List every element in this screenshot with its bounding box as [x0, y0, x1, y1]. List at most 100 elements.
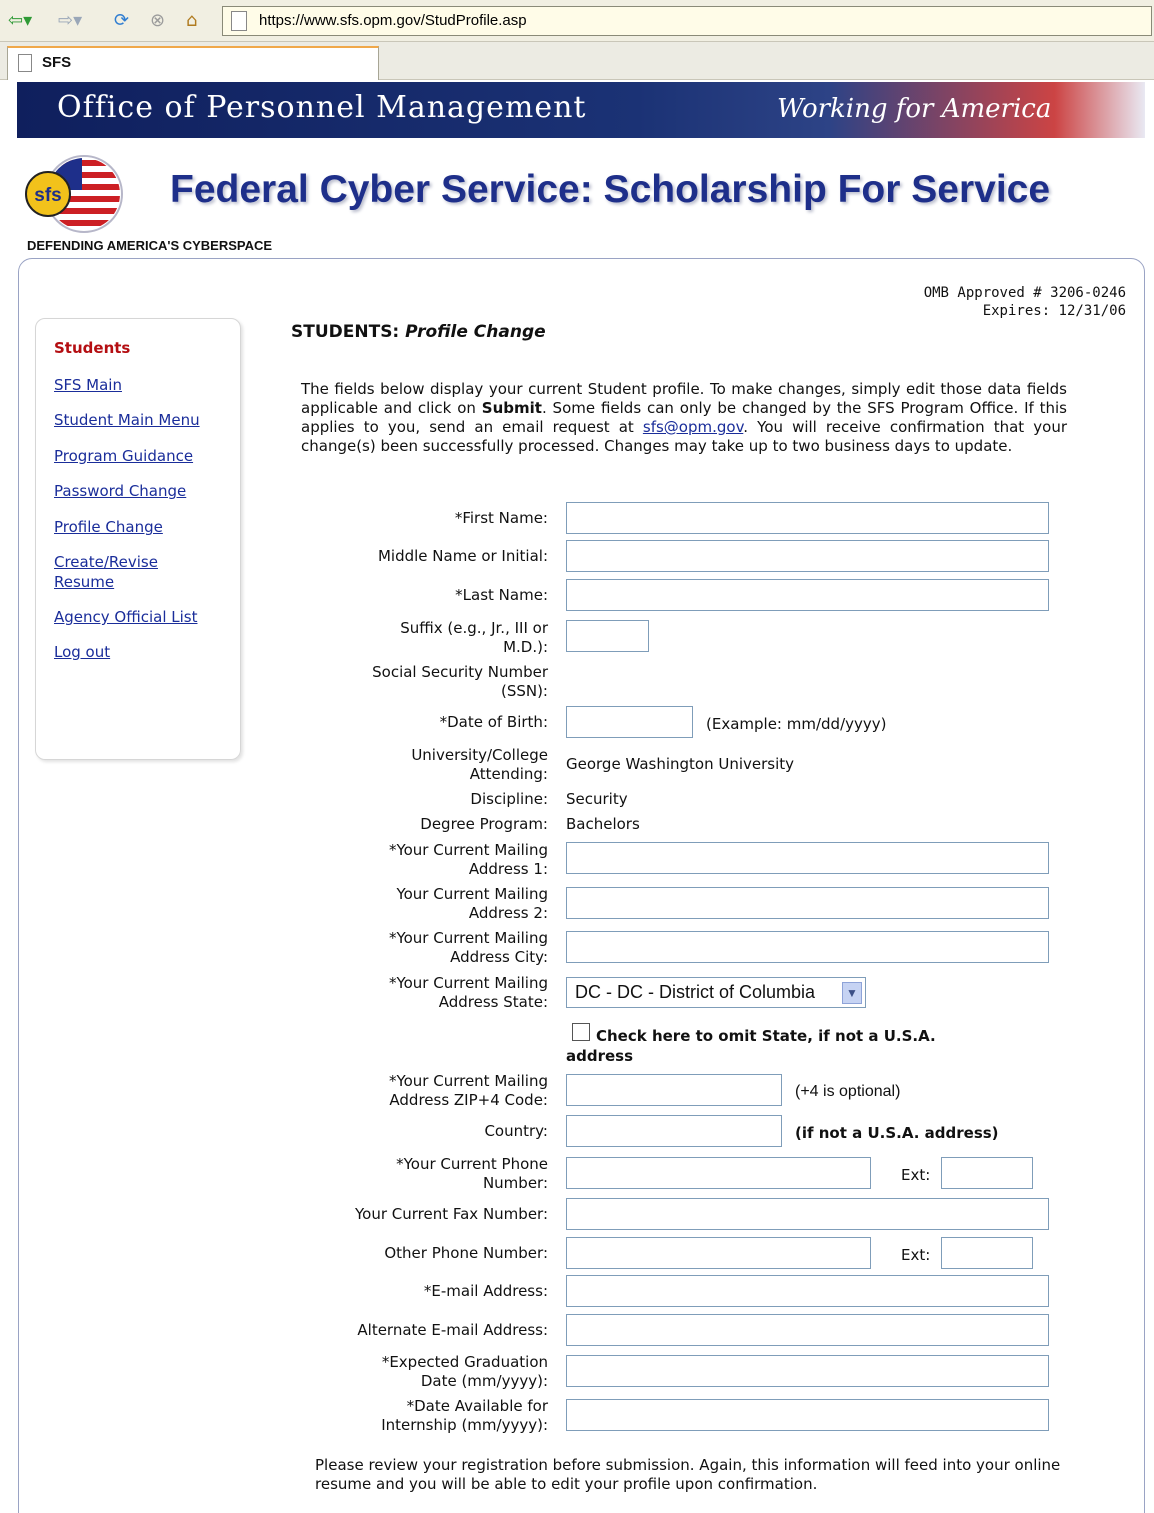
banner-org: Office of Personnel Management: [57, 90, 587, 125]
address2-label-line: Address 2:: [468, 904, 548, 922]
last-name-label: *Last Name:: [455, 586, 548, 604]
sidebar-link-profile-change[interactable]: Profile Change: [54, 517, 234, 537]
zip-input[interactable]: [566, 1074, 782, 1106]
internship-date-label-line: *Date Available for: [406, 1397, 548, 1415]
forward-arrow-icon[interactable]: ⇨▾: [58, 9, 82, 33]
chevron-down-icon[interactable]: ▼: [842, 982, 862, 1004]
other-phone-label: Other Phone Number:: [384, 1244, 548, 1262]
university-label-line: Attending:: [469, 765, 548, 783]
stop-icon[interactable]: ⊗: [150, 9, 165, 33]
sidebar-link-create-revise-resume[interactable]: Create/Revise Resume: [54, 552, 184, 592]
sidebar-link-agency-official-list[interactable]: Agency Official List: [54, 607, 234, 627]
banner-tagline: Working for America: [777, 94, 1052, 124]
dob-hint: (Example: mm/dd/yyyy): [706, 715, 887, 733]
suffix-input[interactable]: [566, 620, 649, 652]
url-text: https://www.sfs.opm.gov/StudProfile.asp: [259, 12, 527, 29]
omb-number: OMB Approved # 3206-0246: [923, 285, 1126, 301]
sidebar-link-program-guidance[interactable]: Program Guidance: [54, 446, 234, 466]
sidebar-link-sfs-main[interactable]: SFS Main: [54, 375, 234, 395]
sfs-logo: sfs: [25, 155, 123, 233]
internship-date-label: *Date Available for Internship (mm/yyyy):: [381, 1397, 548, 1435]
zip-hint: (+4 is optional): [795, 1083, 901, 1100]
suffix-label-line: M.D.):: [503, 638, 548, 656]
page-title: STUDENTS: Profile Change: [291, 322, 546, 342]
middle-name-label: Middle Name or Initial:: [377, 547, 548, 565]
sidebar-link-student-main-menu[interactable]: Student Main Menu: [54, 410, 234, 430]
address-bar[interactable]: https://www.sfs.opm.gov/StudProfile.asp: [222, 6, 1152, 36]
degree-label: Degree Program:: [420, 815, 548, 833]
browser-tab[interactable]: SFS: [7, 46, 379, 80]
address2-label-line: Your Current Mailing: [396, 885, 548, 903]
tab-strip: SFS: [0, 42, 1154, 80]
intro-submit-word: Submit: [481, 399, 542, 417]
alt-email-input[interactable]: [566, 1314, 1049, 1346]
omit-state-label: Check here to omit State, if not a U.S.A…: [566, 1027, 936, 1065]
sidebar-link-log-out[interactable]: Log out: [54, 642, 234, 662]
address1-label-line: *Your Current Mailing: [388, 841, 548, 859]
city-label: *Your Current Mailing Address City:: [389, 929, 548, 967]
zip-label: *Your Current Mailing Address ZIP+4 Code:: [389, 1072, 548, 1110]
phone-label: *Your Current Phone Number:: [396, 1155, 548, 1193]
omb-notice: OMB Approved # 3206-0246 Expires: 12/31/…: [924, 284, 1126, 320]
page-subtitle: Profile Change: [405, 322, 546, 342]
state-label-line: Address State:: [438, 993, 548, 1011]
fax-input[interactable]: [566, 1198, 1049, 1230]
page-icon: [18, 54, 32, 72]
other-phone-ext-input[interactable]: [941, 1237, 1033, 1269]
phone-ext-input[interactable]: [941, 1157, 1033, 1189]
address1-label: *Your Current Mailing Address 1:: [389, 841, 548, 879]
internship-date-input[interactable]: [566, 1399, 1049, 1431]
university-label-line: University/College: [411, 746, 548, 764]
browser-toolbar: ⇦▾ ⇨▾ ⟳ ⊗ ⌂ https://www.sfs.opm.gov/Stud…: [0, 0, 1154, 42]
city-input[interactable]: [566, 931, 1049, 963]
university-label: University/College Attending:: [411, 746, 548, 784]
sfs-email-link[interactable]: sfs@opm.gov: [643, 418, 743, 436]
address2-label: Your Current Mailing Address 2:: [396, 885, 548, 923]
sidebar-link-password-change[interactable]: Password Change: [54, 481, 234, 501]
sidebar: Students SFS Main Student Main Menu Prog…: [35, 318, 241, 760]
ssn-label-line: (SSN):: [500, 682, 548, 700]
ssn-label-line: Social Security Number: [372, 663, 548, 681]
first-name-input[interactable]: [566, 502, 1049, 534]
state-label: *Your Current Mailing Address State:: [389, 974, 548, 1012]
city-label-line: Address City:: [450, 948, 548, 966]
grad-date-label: *Expected Graduation Date (mm/yyyy):: [382, 1353, 548, 1391]
zip-label-line: Address ZIP+4 Code:: [389, 1091, 548, 1109]
back-arrow-icon[interactable]: ⇦▾: [8, 9, 32, 33]
email-label: *E-mail Address:: [423, 1282, 548, 1300]
last-name-input[interactable]: [566, 579, 1049, 611]
other-phone-input[interactable]: [566, 1237, 871, 1269]
email-input[interactable]: [566, 1275, 1049, 1307]
grad-date-input[interactable]: [566, 1355, 1049, 1387]
sidebar-heading: Students: [54, 339, 131, 357]
phone-ext-label: Ext:: [901, 1166, 931, 1184]
grad-date-label-line: Date (mm/yyyy):: [420, 1372, 548, 1390]
middle-name-input[interactable]: [566, 540, 1049, 572]
dob-input[interactable]: [566, 706, 693, 738]
refresh-icon[interactable]: ⟳: [114, 9, 129, 33]
intro-text: The fields below display your current St…: [301, 380, 1067, 456]
first-name-label: *First Name:: [454, 509, 548, 527]
state-select[interactable]: DC - DC - District of Columbia ▼: [566, 977, 866, 1008]
discipline-value: Security: [566, 790, 628, 808]
review-notice: Please review your registration before s…: [315, 1456, 1061, 1493]
suffix-label-line: Suffix (e.g., Jr., III or: [400, 619, 548, 637]
dob-label: *Date of Birth:: [439, 713, 548, 731]
country-input[interactable]: [566, 1115, 782, 1147]
phone-input[interactable]: [566, 1157, 871, 1189]
home-icon[interactable]: ⌂: [186, 9, 197, 33]
page-icon: [231, 11, 247, 31]
country-hint: (if not a U.S.A. address): [795, 1124, 999, 1142]
fax-label: Your Current Fax Number:: [354, 1205, 548, 1223]
address1-input[interactable]: [566, 842, 1049, 874]
zip-label-line: *Your Current Mailing: [388, 1072, 548, 1090]
address2-input[interactable]: [566, 887, 1049, 919]
other-phone-ext-label: Ext:: [901, 1246, 931, 1264]
phone-label-line: *Your Current Phone: [396, 1155, 548, 1173]
page-section: STUDENTS:: [291, 322, 400, 342]
logo-text: sfs: [34, 185, 61, 206]
degree-value: Bachelors: [566, 815, 640, 833]
state-selected-value: DC - DC - District of Columbia: [575, 982, 816, 1002]
discipline-label: Discipline:: [470, 790, 548, 808]
suffix-label: Suffix (e.g., Jr., III or M.D.):: [400, 619, 548, 657]
